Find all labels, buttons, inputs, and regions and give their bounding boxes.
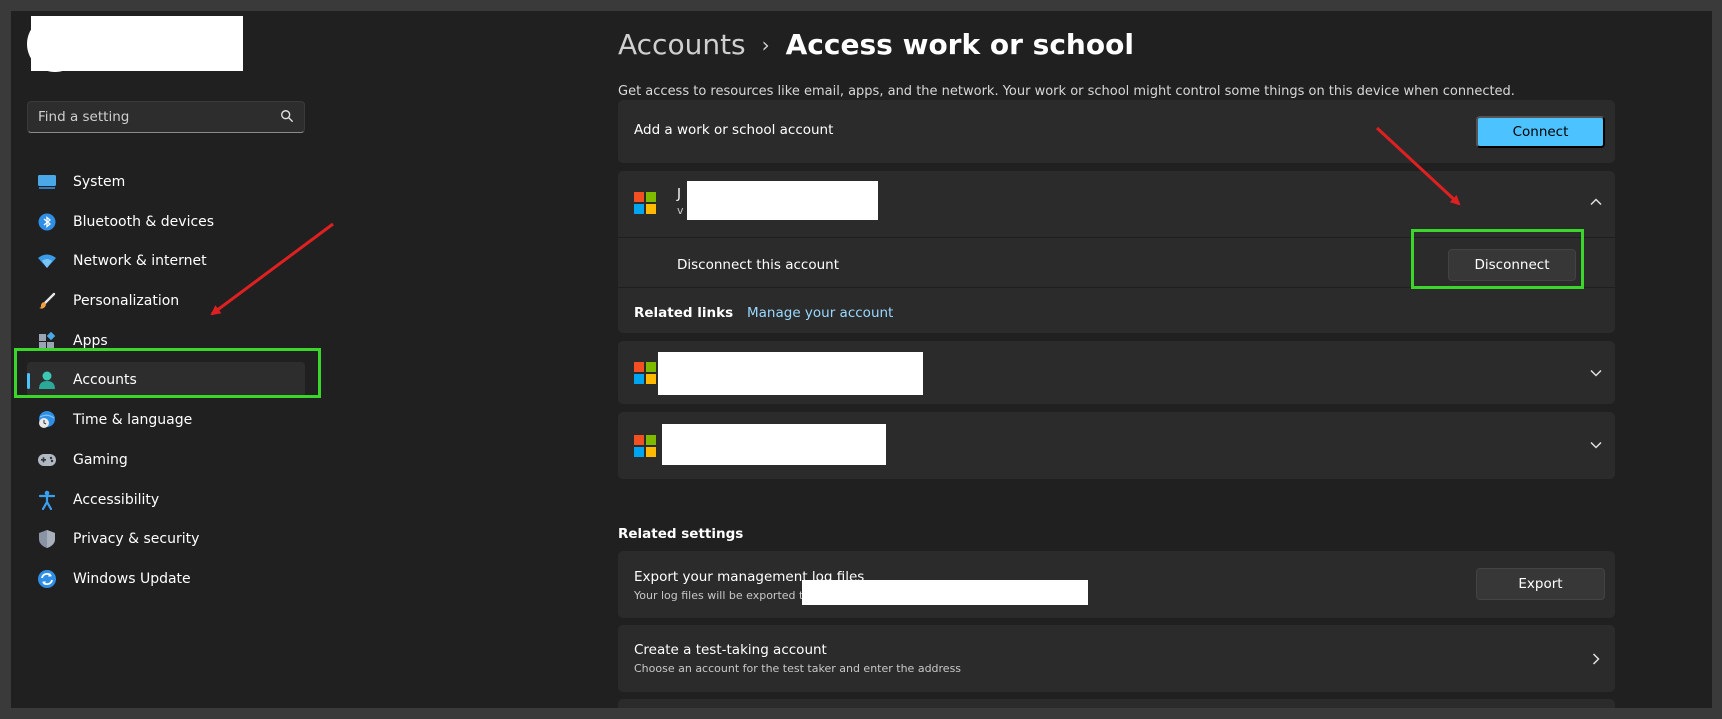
test-account-card[interactable]: Create a test-taking account Choose an a… [618,625,1615,692]
brush-icon [37,291,57,311]
highlight-disconnect [1411,229,1584,289]
sidebar-item-personalization[interactable]: Personalization [27,283,305,319]
redacted-account-info [662,424,886,465]
sidebar-item-network[interactable]: Network & internet [27,243,305,279]
accessibility-icon [37,490,57,510]
sidebar-item-label: System [73,174,126,190]
sidebar-item-system[interactable]: System [27,164,305,200]
page-title: Access work or school [785,28,1134,61]
account-email: v [677,204,684,217]
related-links-label: Related links [634,305,734,321]
sidebar-item-label: Personalization [73,293,180,310]
search-input[interactable] [28,102,268,132]
sidebar-item-privacy[interactable]: Privacy & security [27,521,305,557]
page-description: Get access to resources like email, apps… [618,84,1515,99]
sidebar-item-label: Gaming [73,451,128,468]
breadcrumb-parent[interactable]: Accounts [618,28,746,61]
sidebar-item-label: Apps [73,332,108,349]
redacted-profile-name [31,16,243,71]
highlight-accounts [14,348,321,398]
account-card-2[interactable] [618,341,1615,404]
search-icon[interactable] [280,109,294,123]
chevron-down-icon[interactable] [1589,366,1603,380]
manage-account-link[interactable]: Manage your account [747,305,893,321]
breadcrumb: Accounts › Access work or school [618,28,1134,61]
partial-card [618,699,1615,708]
sidebar-item-label: Privacy & security [73,531,200,548]
sidebar-item-time-language[interactable]: Time & language [27,402,305,438]
sidebar-item-label: Bluetooth & devices [73,213,215,230]
shield-icon [37,529,57,549]
globe-clock-icon [37,410,57,430]
sidebar-item-label: Accessibility [73,491,160,508]
test-account-subtitle: Choose an account for the test taker and… [634,662,962,675]
microsoft-logo-icon [634,435,656,457]
sidebar-item-windows-update[interactable]: Windows Update [27,561,305,597]
bluetooth-icon [37,212,57,232]
gamepad-icon [37,450,57,470]
redacted-account-info [658,352,923,395]
breadcrumb-separator: › [761,32,770,57]
export-logs-subtitle: Your log files will be exported t [634,589,804,602]
export-logs-card: Export your management log files Your lo… [618,551,1615,618]
add-account-label: Add a work or school account [634,122,834,138]
chevron-right-icon[interactable] [1589,652,1603,666]
sidebar-item-label: Network & internet [73,253,207,270]
microsoft-logo-icon [634,192,656,214]
sidebar-item-gaming[interactable]: Gaming [27,442,305,478]
redacted-account-info [687,181,878,220]
update-icon [37,569,57,589]
wifi-icon [37,251,57,271]
redacted-log-path [802,580,1088,605]
sidebar-item-accessibility[interactable]: Accessibility [27,482,305,518]
account-name: J [677,186,681,202]
disconnect-account-label: Disconnect this account [677,257,839,273]
test-account-title: Create a test-taking account [634,642,827,658]
search-box[interactable] [27,101,305,133]
account-card-3[interactable] [618,412,1615,479]
microsoft-logo-icon [634,362,656,384]
sidebar-item-label: Windows Update [73,570,191,587]
system-icon [37,172,57,192]
chevron-down-icon[interactable] [1589,438,1603,452]
add-account-card: Add a work or school account Connect [618,100,1615,163]
settings-window: System Bluetooth & devices Network & int… [11,11,1712,708]
sidebar-item-label: Time & language [73,412,193,429]
sidebar-item-bluetooth[interactable]: Bluetooth & devices [27,204,305,240]
related-settings-title: Related settings [618,526,744,542]
chevron-up-icon[interactable] [1589,195,1603,209]
export-button[interactable]: Export [1476,568,1605,600]
connect-button[interactable]: Connect [1476,116,1605,148]
